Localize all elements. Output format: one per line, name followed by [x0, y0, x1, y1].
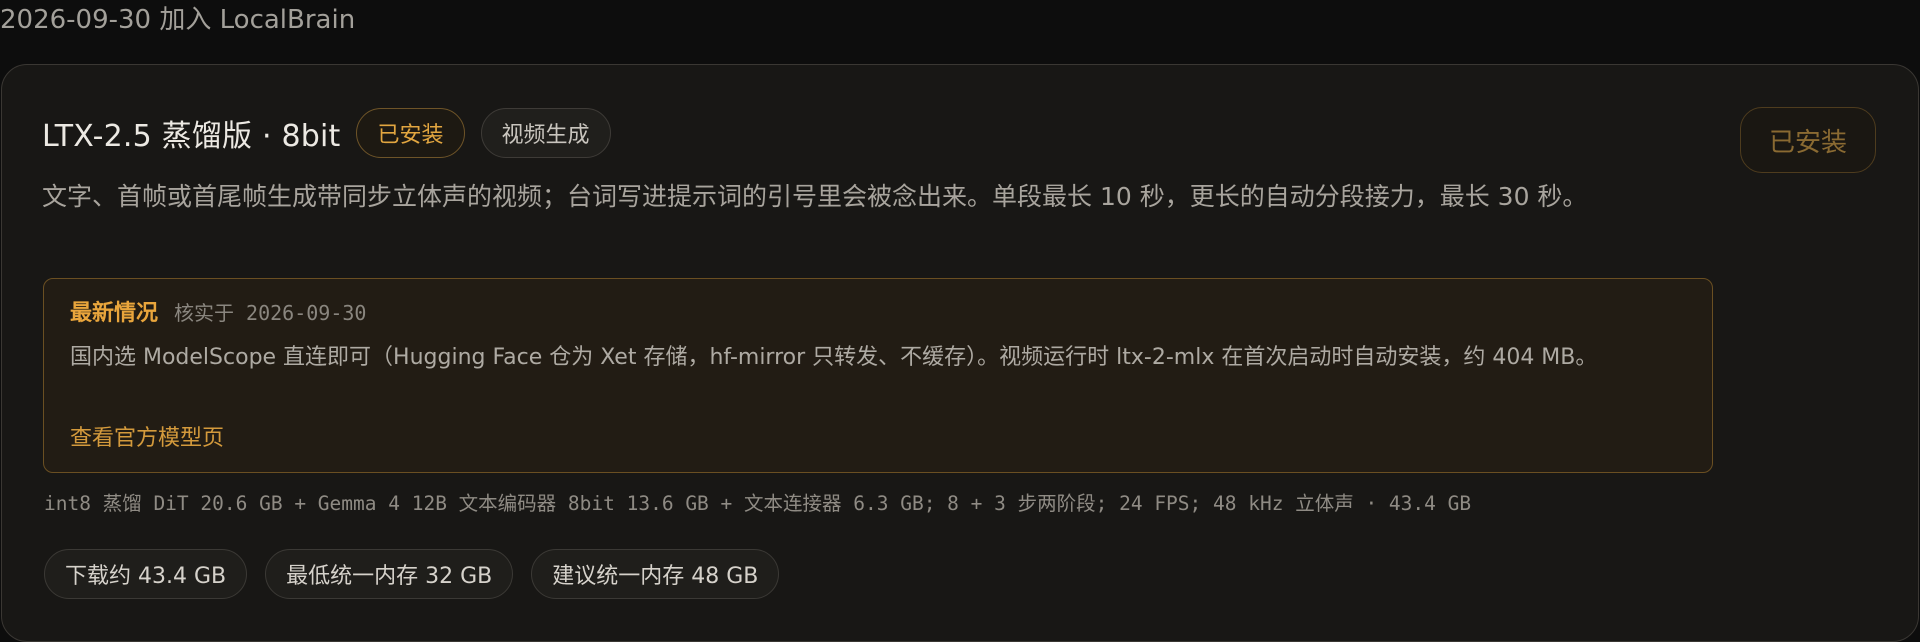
installed-button[interactable]: 已安装	[1740, 107, 1876, 173]
latest-status-header: 最新情况 核实于 2026-09-30	[70, 295, 366, 327]
latest-status-label: 最新情况	[70, 301, 159, 326]
official-model-page-link[interactable]: 查看官方模型页	[70, 424, 224, 454]
recommended-memory-chip: 建议统一内存 48 GB	[531, 549, 780, 599]
added-date: 2026-09-30 加入 LocalBrain	[0, 5, 356, 35]
download-size-chip: 下载约 43.4 GB	[44, 549, 248, 599]
model-card: LTX-2.5 蒸馏版 · 8bit 已安装 视频生成 已安装 文字、首帧或首尾…	[1, 64, 1919, 642]
model-description: 文字、首帧或首尾帧生成带同步立体声的视频；台词写进提示词的引号里会被念出来。单段…	[42, 182, 1588, 211]
model-specs: int8 蒸馏 DiT 20.6 GB + Gemma 4 12B 文本编码器 …	[44, 492, 1472, 515]
latest-status-box: 最新情况 核实于 2026-09-30 国内选 ModelScope 直连即可（…	[43, 278, 1713, 473]
title-row: LTX-2.5 蒸馏版 · 8bit 已安装 视频生成	[42, 107, 611, 159]
requirement-chips: 下载约 43.4 GB 最低统一内存 32 GB 建议统一内存 48 GB	[44, 549, 780, 599]
min-memory-chip: 最低统一内存 32 GB	[265, 549, 514, 599]
verified-date: 核实于 2026-09-30	[174, 301, 367, 325]
installed-badge: 已安装	[356, 108, 465, 158]
model-title: LTX-2.5 蒸馏版 · 8bit	[42, 119, 341, 154]
category-tag: 视频生成	[480, 108, 611, 158]
latest-status-text: 国内选 ModelScope 直连即可（Hugging Face 仓为 Xet …	[70, 345, 1598, 370]
